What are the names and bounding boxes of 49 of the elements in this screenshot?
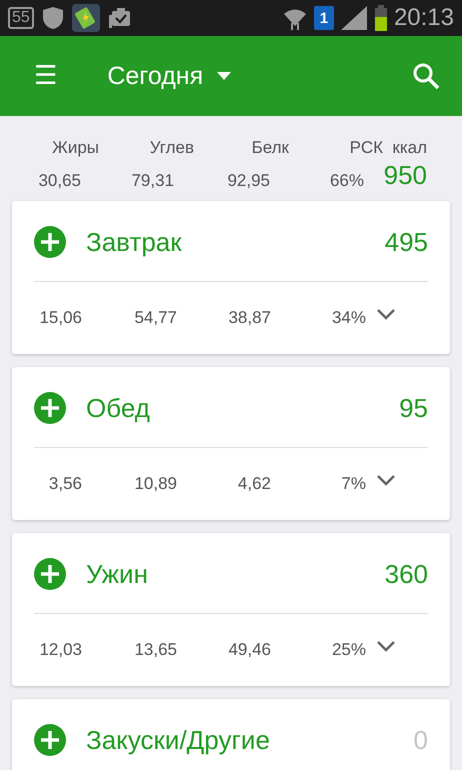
chevron-down-icon[interactable] [376, 308, 396, 320]
column-label: Жиры [51, 138, 99, 158]
macro-value: 12,03 [38, 640, 82, 660]
macro-value: 7% [340, 474, 366, 494]
notification-count: 55 [8, 7, 34, 29]
total-kcal: 950 [382, 160, 427, 191]
clock: 20:13 [394, 4, 454, 32]
clipboard-check-icon [108, 6, 132, 30]
total-value: 30,65 [37, 171, 81, 191]
chevron-down-icon[interactable] [376, 640, 396, 652]
column-label: Белк [250, 138, 289, 158]
meal-name[interactable]: Закуски/Другие [86, 724, 270, 756]
add-icon[interactable] [34, 724, 66, 756]
macro-value: 34% [330, 308, 366, 328]
macro-value: 3,56 [48, 474, 82, 494]
signal-icon [340, 5, 368, 31]
battery-icon [374, 5, 388, 31]
column-label: Углев [148, 138, 194, 158]
macro-value: 54,77 [133, 308, 177, 328]
chevron-down-icon[interactable] [376, 474, 396, 486]
meal-name[interactable]: Завтрак [86, 226, 182, 258]
search-icon[interactable] [412, 62, 440, 90]
macro-value: 13,65 [133, 640, 177, 660]
meal-kcal: 0 [414, 724, 428, 756]
date-dropdown[interactable]: Сегодня [107, 62, 232, 90]
meal-kcal: 495 [384, 226, 428, 258]
column-label: РСК [348, 138, 383, 158]
macro-value: 10,89 [133, 474, 177, 494]
total-value: 66% [328, 171, 364, 191]
macro-value: 49,46 [227, 640, 271, 660]
meal-kcal: 360 [384, 558, 428, 590]
meal-name[interactable]: Обед [86, 392, 150, 424]
sim-badge: 1 [314, 6, 334, 30]
meal-name[interactable]: Ужин [86, 558, 148, 590]
macro-value: 38,87 [227, 308, 271, 328]
add-icon[interactable] [34, 392, 66, 424]
dropdown-arrow-icon [217, 72, 232, 80]
total-value: 92,95 [226, 171, 270, 191]
macro-value: 15,06 [38, 308, 82, 328]
menu-button[interactable]: ☰ [34, 63, 58, 89]
total-value: 79,31 [130, 171, 174, 191]
column-label: ккал [391, 138, 427, 158]
add-icon[interactable] [34, 226, 66, 258]
add-icon[interactable] [34, 558, 66, 590]
meal-kcal: 95 [399, 392, 428, 424]
shield-icon [42, 6, 64, 30]
macro-value: 4,62 [236, 474, 271, 494]
battery-app-icon [72, 4, 100, 32]
macro-value: 25% [330, 640, 366, 660]
